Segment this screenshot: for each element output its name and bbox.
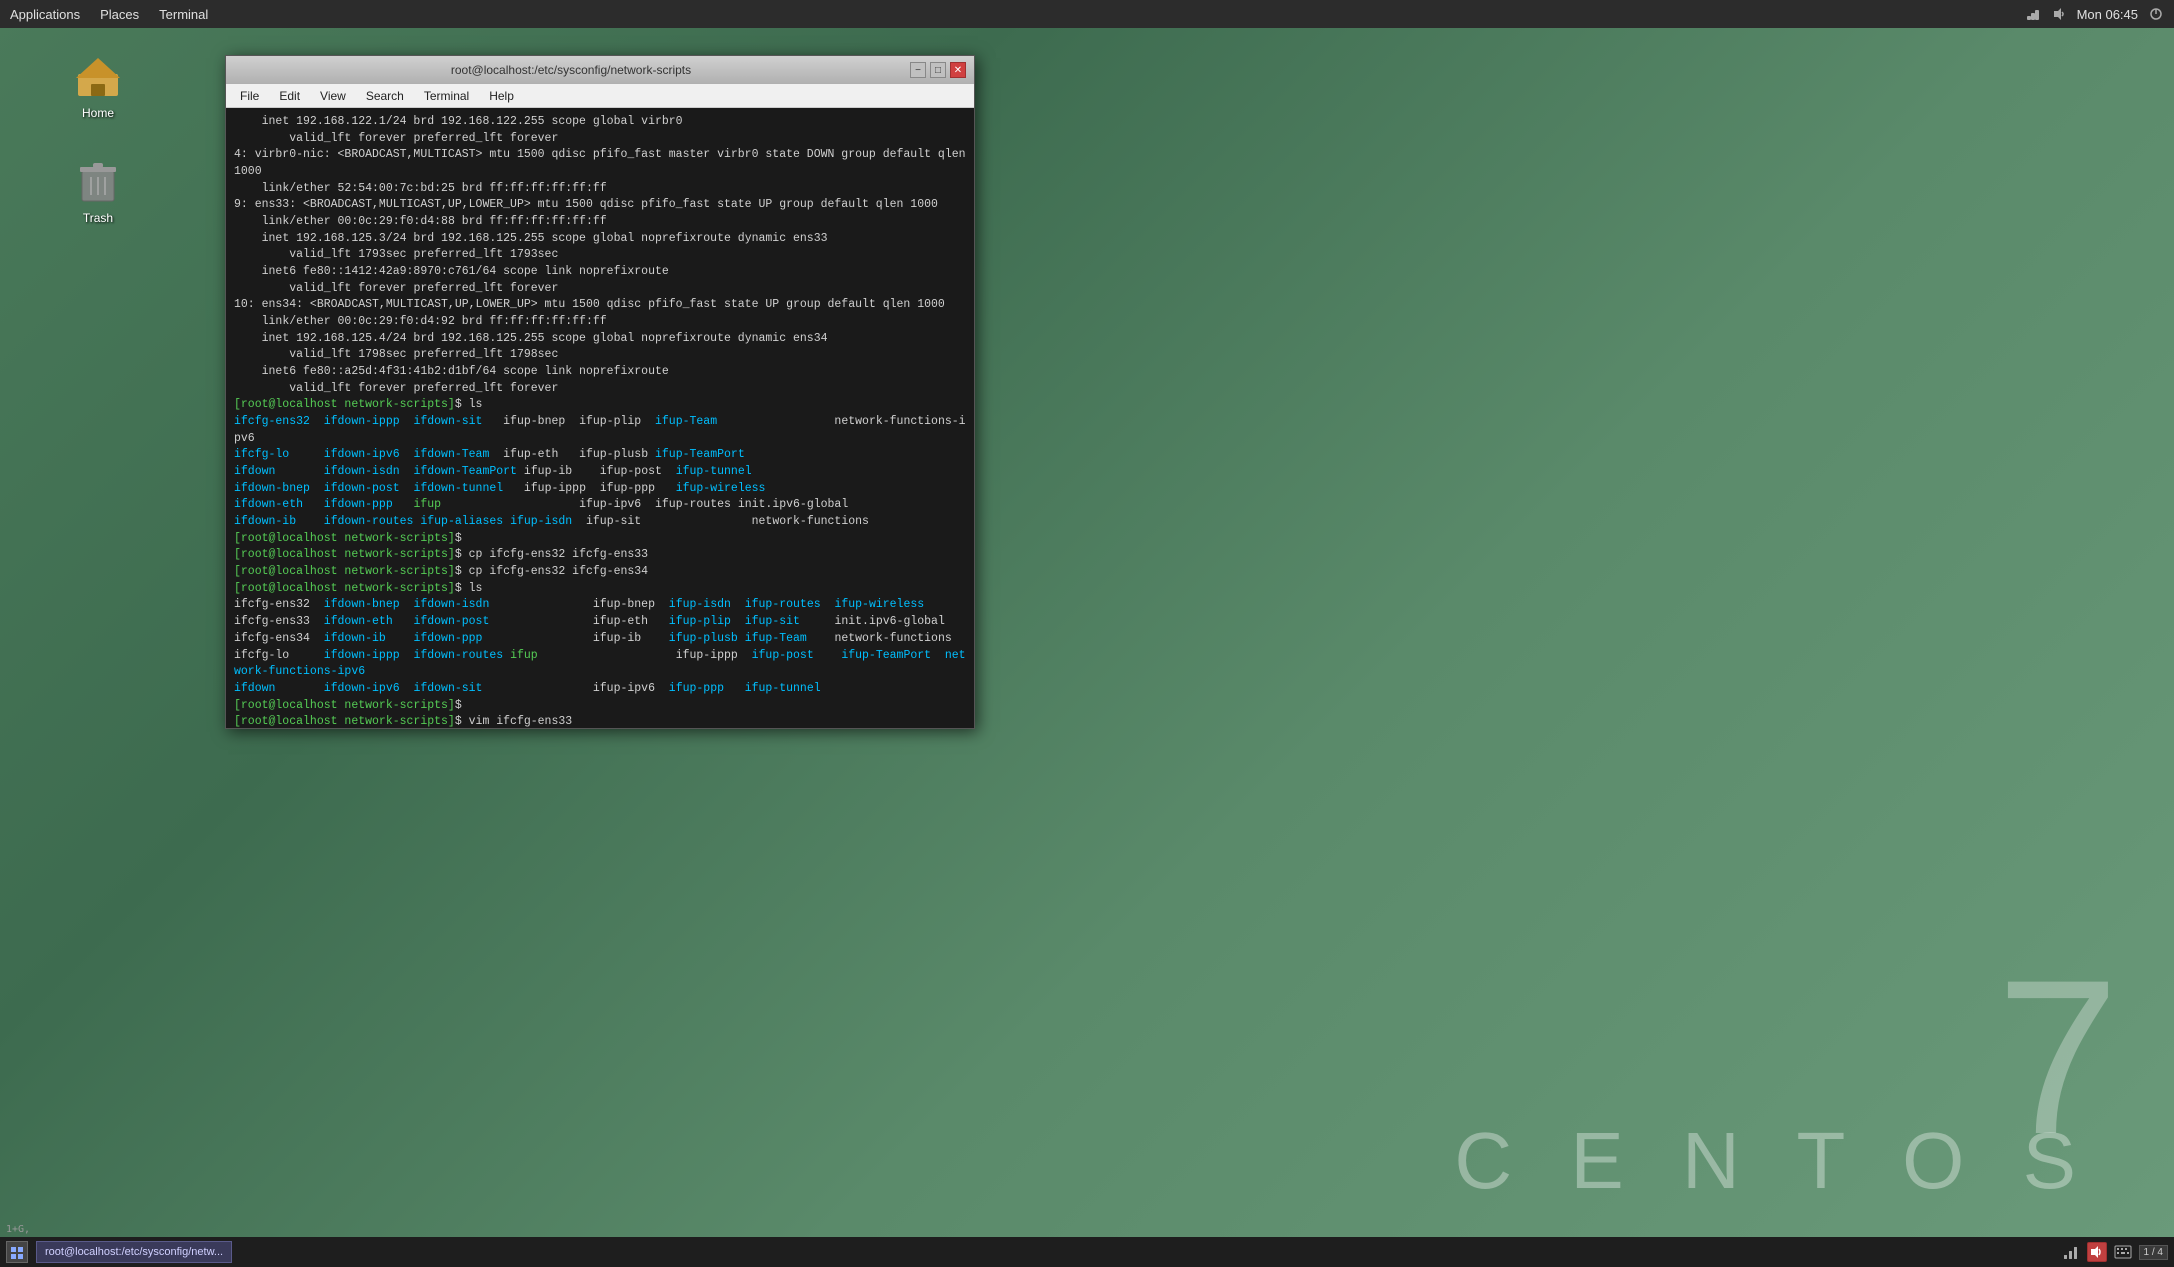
taskbar-volume-icon[interactable] [2087, 1242, 2107, 1262]
taskbar-app-icon[interactable] [6, 1241, 28, 1263]
close-button[interactable]: ✕ [950, 62, 966, 78]
menu-help[interactable]: Help [481, 87, 522, 105]
menu-edit[interactable]: Edit [271, 87, 308, 105]
menu-terminal[interactable]: Terminal [416, 87, 477, 105]
home-icon[interactable]: Home [58, 50, 138, 120]
taskbar-terminal-item[interactable]: root@localhost:/etc/sysconfig/netw... [36, 1241, 232, 1263]
menu-search[interactable]: Search [358, 87, 412, 105]
topbar-right: Mon 06:45 [2025, 6, 2164, 22]
centos-text-watermark: C E N T O S [1454, 1115, 2094, 1207]
menu-file[interactable]: File [232, 87, 267, 105]
taskbar: root@localhost:/etc/sysconfig/netw... 1 … [0, 1237, 2174, 1267]
taskbar-network-icon[interactable] [2061, 1242, 2081, 1262]
trash-label: Trash [83, 211, 113, 225]
minimize-button[interactable]: − [910, 62, 926, 78]
window-controls: − □ ✕ [908, 62, 966, 78]
home-label: Home [82, 106, 114, 120]
terminal-title: root@localhost:/etc/sysconfig/network-sc… [234, 63, 908, 77]
network-icon[interactable] [2025, 6, 2041, 22]
volume-icon[interactable] [2051, 6, 2067, 22]
terminal-window: root@localhost:/etc/sysconfig/network-sc… [225, 55, 975, 729]
terminal-titlebar[interactable]: root@localhost:/etc/sysconfig/network-sc… [226, 56, 974, 84]
terminal-menubar: File Edit View Search Terminal Help [226, 84, 974, 108]
menu-terminal[interactable]: Terminal [159, 7, 208, 22]
menu-places[interactable]: Places [100, 7, 139, 22]
trash-icon-image [72, 155, 124, 207]
menu-view[interactable]: View [312, 87, 354, 105]
menu-applications[interactable]: Applications [10, 7, 80, 22]
power-icon[interactable] [2148, 6, 2164, 22]
taskbar-right: 1 / 4 [2061, 1242, 2168, 1262]
terminal-output: inet 192.168.122.1/24 brd 192.168.122.25… [234, 114, 966, 728]
terminal-body[interactable]: inet 192.168.122.1/24 brd 192.168.122.25… [226, 108, 974, 728]
topbar-menus: Applications Places Terminal [10, 7, 208, 22]
top-menubar: Applications Places Terminal Mon 06:45 [0, 0, 2174, 28]
taskbar-keyboard-icon[interactable] [2113, 1242, 2133, 1262]
clock: Mon 06:45 [2077, 7, 2138, 22]
trash-icon[interactable]: Trash [58, 155, 138, 225]
taskbar-bottom-label: 1+G, [6, 1224, 30, 1235]
home-icon-image [72, 50, 124, 102]
maximize-button[interactable]: □ [930, 62, 946, 78]
taskbar-pager[interactable]: 1 / 4 [2139, 1245, 2168, 1260]
